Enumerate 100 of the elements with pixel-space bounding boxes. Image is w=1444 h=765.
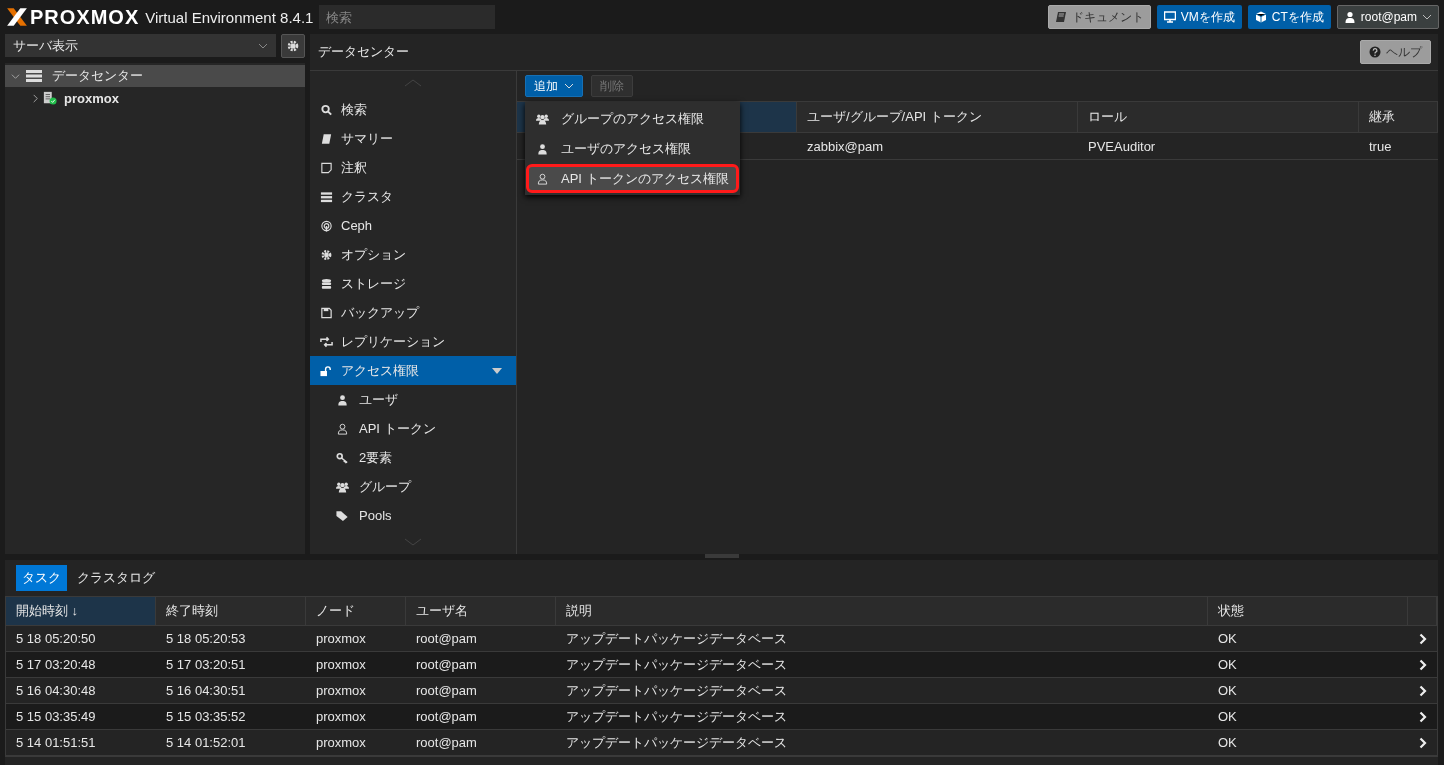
- table-cell-text: proxmox: [315, 682, 367, 700]
- table-cell-text: 5 17 03:20:51: [165, 656, 247, 674]
- user-icon: [536, 142, 549, 155]
- settings-button[interactable]: [281, 34, 305, 58]
- table-cell-text: 5 18 05:20:53: [165, 630, 247, 648]
- table-cell-text: 5 18 05:20:50: [15, 630, 97, 648]
- nav-item[interactable]: 注釈: [310, 153, 516, 182]
- users-icon: [336, 480, 349, 493]
- nav-item[interactable]: グループ: [310, 472, 516, 501]
- table-cell-text: 5 16 04:30:48: [15, 682, 97, 700]
- tab[interactable]: クラスタログ: [71, 565, 161, 591]
- nav-item[interactable]: クラスタ: [310, 182, 516, 211]
- chevron-right-icon[interactable]: [1418, 736, 1427, 749]
- create-ct-button[interactable]: CTを作成: [1247, 5, 1331, 29]
- tab[interactable]: タスク: [16, 565, 67, 591]
- column-header[interactable]: ロール: [1078, 102, 1359, 132]
- arrows-icon: [320, 335, 333, 348]
- caret-down-icon: [492, 367, 502, 374]
- chevron-right-icon[interactable]: [1418, 658, 1427, 671]
- proxmox-logo: PROXMOX: [6, 5, 140, 29]
- table-cell-text: OK: [1217, 630, 1238, 648]
- user-outline-icon: [336, 422, 349, 435]
- caret-icon: [564, 83, 574, 89]
- key-icon: [336, 451, 349, 464]
- signal-icon: [320, 219, 333, 232]
- column-header[interactable]: 開始時刻 ↓: [6, 597, 156, 625]
- tree-item[interactable]: proxmox: [5, 87, 305, 109]
- documentation-button[interactable]: ドキュメント: [1047, 5, 1151, 29]
- user-menu-button[interactable]: root@pam: [1336, 5, 1439, 29]
- table-cell-text: 5 16 04:30:51: [165, 682, 247, 700]
- tree-item[interactable]: データセンター: [5, 65, 305, 87]
- user-icon: [1343, 11, 1356, 23]
- column-header[interactable]: 説明: [556, 597, 1208, 625]
- help-button[interactable]: ヘルプ: [1360, 40, 1431, 64]
- nav-item[interactable]: サマリー: [310, 124, 516, 153]
- chevron-right-icon[interactable]: [1418, 710, 1427, 723]
- menu-item[interactable]: ユーザのアクセス権限: [526, 134, 739, 163]
- user-outline-icon: [536, 172, 549, 185]
- column-header[interactable]: 継承: [1359, 102, 1438, 132]
- chevron-right-icon[interactable]: [1418, 684, 1427, 697]
- table-cell-text: アップデートパッケージデータベース: [565, 629, 788, 648]
- table-cell-text: 5 17 03:20:48: [15, 656, 97, 674]
- nav-item[interactable]: バックアップ: [310, 298, 516, 327]
- table-cell-text: root@pam: [415, 708, 478, 726]
- cube-icon: [1254, 11, 1267, 23]
- table-cell-text: OK: [1217, 656, 1238, 674]
- nav-item[interactable]: ユーザ: [310, 385, 516, 414]
- column-header[interactable]: ユーザ名: [406, 597, 556, 625]
- floppy-icon: [320, 306, 333, 319]
- table-cell-text: 5 14 01:52:01: [165, 734, 247, 752]
- caret-icon: [258, 42, 268, 49]
- nav-item[interactable]: Ceph: [310, 211, 516, 240]
- nav-item[interactable]: レプリケーション: [310, 327, 516, 356]
- nav-item[interactable]: Pools: [310, 501, 516, 530]
- help-icon: [1369, 46, 1381, 58]
- table-cell-text: 5 15 03:35:52: [165, 708, 247, 726]
- create-vm-button[interactable]: VMを作成: [1156, 5, 1242, 29]
- chevron-right-icon[interactable]: [1418, 632, 1427, 645]
- table-cell-text: アップデートパッケージデータベース: [565, 655, 788, 674]
- unlock-icon: [320, 364, 333, 377]
- table-cell-text: PVEAuditor: [1087, 137, 1157, 156]
- column-header[interactable]: 終了時刻: [156, 597, 306, 625]
- menu-item[interactable]: グループのアクセス権限: [526, 104, 739, 133]
- tag-icon: [336, 509, 349, 522]
- book-icon: [1054, 11, 1067, 23]
- nav-item[interactable]: アクセス権限: [310, 356, 516, 385]
- table-cell-text: root@pam: [415, 630, 478, 648]
- database-icon: [320, 277, 333, 290]
- x-logo-icon: [6, 7, 28, 27]
- server-icon: [26, 69, 42, 83]
- nav-item[interactable]: 検索: [310, 95, 516, 124]
- search-icon: [320, 103, 333, 116]
- gear-icon: [320, 248, 333, 261]
- table-cell-text: root@pam: [415, 656, 478, 674]
- settings-icon: [287, 40, 299, 52]
- table-cell-text: 5 14 01:51:51: [15, 734, 97, 752]
- monitor-icon: [1163, 11, 1176, 23]
- table-cell-text: root@pam: [415, 734, 478, 752]
- nav-item[interactable]: 2要素: [310, 443, 516, 472]
- node-online-icon: [42, 91, 58, 105]
- chevron-right-icon: [31, 93, 40, 103]
- column-header[interactable]: 状態: [1208, 597, 1408, 625]
- column-header[interactable]: ユーザ/グループ/API トークン: [797, 102, 1078, 132]
- table-cell-text: アップデートパッケージデータベース: [565, 681, 788, 700]
- chevron-down-icon: [11, 71, 20, 81]
- menu-item[interactable]: API トークンのアクセス権限: [526, 164, 739, 193]
- add-button[interactable]: 追加: [525, 75, 583, 97]
- table-cell-text: OK: [1217, 708, 1238, 726]
- table-cell-text: アップデートパッケージデータベース: [565, 707, 788, 726]
- nav-item[interactable]: API トークン: [310, 414, 516, 443]
- note-icon: [320, 161, 333, 174]
- column-header[interactable]: ノード: [306, 597, 406, 625]
- view-dropdown[interactable]: サーバ表示: [5, 34, 276, 57]
- table-cell-text: OK: [1217, 682, 1238, 700]
- server-icon: [320, 190, 333, 203]
- table-cell-text: 5 15 03:35:49: [15, 708, 97, 726]
- nav-item[interactable]: ストレージ: [310, 269, 516, 298]
- nav-item[interactable]: オプション: [310, 240, 516, 269]
- panel-title: データセンター: [318, 43, 409, 61]
- search-field[interactable]: 検索: [319, 5, 496, 29]
